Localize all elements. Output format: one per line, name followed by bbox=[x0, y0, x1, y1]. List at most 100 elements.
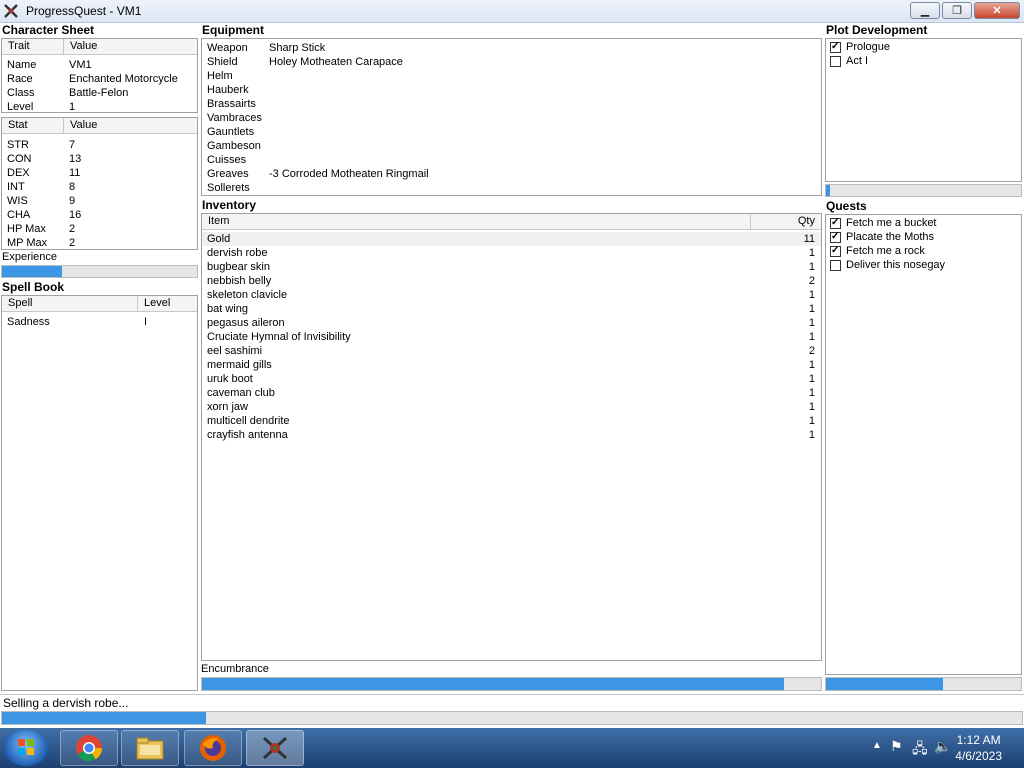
start-button[interactable] bbox=[4, 730, 48, 766]
taskbar: ▲ ⚑ 🖧 🔈 1:12 AM 4/6/2023 bbox=[0, 728, 1024, 768]
network-icon[interactable]: 🖧 bbox=[912, 738, 928, 762]
equipment-row[interactable]: Hauberk bbox=[202, 83, 821, 97]
equipment-slot: Shield bbox=[207, 56, 238, 68]
maximize-icon: ❐ bbox=[952, 5, 962, 17]
equipment-row[interactable]: Gambeson bbox=[202, 139, 821, 153]
inventory-item-qty: 1 bbox=[808, 387, 815, 399]
equipment-row[interactable]: Greaves -3 Corroded Motheaten Ringmail bbox=[202, 167, 821, 181]
inventory-row[interactable]: bugbear skin 1 bbox=[202, 260, 821, 274]
quest-item[interactable]: Fetch me a bucket bbox=[826, 216, 1021, 230]
stat-row[interactable]: CHA 16 bbox=[2, 208, 197, 222]
inventory-row[interactable]: nebbish belly 2 bbox=[202, 274, 821, 288]
checked-checkbox-icon[interactable] bbox=[830, 40, 841, 54]
action-center-flag-icon[interactable]: ⚑ bbox=[890, 738, 903, 755]
plot-progress-bar bbox=[825, 184, 1022, 197]
inventory-row[interactable]: skeleton clavicle 1 bbox=[202, 288, 821, 302]
quest-item[interactable]: Placate the Moths bbox=[826, 230, 1021, 244]
quest-item[interactable]: Deliver this nosegay bbox=[826, 258, 1021, 272]
equipment-row[interactable]: Gauntlets bbox=[202, 125, 821, 139]
trait-label: Class bbox=[7, 87, 35, 99]
spell-book-list[interactable]: Spell Level Sadness I bbox=[1, 295, 198, 691]
trait-row[interactable]: Level 1 bbox=[2, 100, 197, 112]
inventory-row[interactable]: multicell dendrite 1 bbox=[202, 414, 821, 428]
inventory-row[interactable]: mermaid gills 1 bbox=[202, 358, 821, 372]
quest-item[interactable]: Fetch me a rock bbox=[826, 244, 1021, 258]
equipment-slot: Weapon bbox=[207, 42, 248, 54]
experience-label: Experience bbox=[2, 251, 58, 263]
plot-act[interactable]: Act I bbox=[826, 54, 1021, 68]
trait-column-header[interactable]: Trait bbox=[2, 39, 64, 54]
clock[interactable]: 1:12 AM 4/6/2023 bbox=[955, 732, 1002, 764]
qty-column-header[interactable]: Qty bbox=[751, 214, 821, 229]
unchecked-checkbox-icon[interactable] bbox=[830, 56, 841, 67]
taskbar-firefox-button[interactable] bbox=[184, 730, 242, 766]
plot-list[interactable]: Prologue Act I bbox=[825, 38, 1022, 182]
item-column-header[interactable]: Item bbox=[202, 214, 751, 229]
quest-list[interactable]: Fetch me a bucket Placate the Moths Fetch … bbox=[825, 214, 1022, 675]
minimize-button[interactable]: ▁ bbox=[910, 2, 940, 19]
inventory-item-qty: 1 bbox=[808, 331, 815, 343]
equipment-row[interactable]: Sollerets bbox=[202, 181, 821, 195]
trait-row[interactable]: Race Enchanted Motorcycle bbox=[2, 72, 197, 86]
inventory-row[interactable]: uruk boot 1 bbox=[202, 372, 821, 386]
checked-checkbox-icon[interactable] bbox=[830, 216, 841, 230]
inventory-row[interactable]: eel sashimi 2 bbox=[202, 344, 821, 358]
value-column-header[interactable]: Value bbox=[64, 39, 197, 54]
equipment-row[interactable]: Vambraces bbox=[202, 111, 821, 125]
inventory-item-name: skeleton clavicle bbox=[207, 289, 288, 301]
equipment-row[interactable]: Weapon Sharp Stick bbox=[202, 41, 821, 55]
inventory-row[interactable]: Cruciate Hymnal of Invisibility 1 bbox=[202, 330, 821, 344]
checked-checkbox-icon[interactable] bbox=[830, 244, 841, 258]
plot-development-heading: Plot Development bbox=[826, 23, 928, 37]
stat-value: 9 bbox=[69, 195, 76, 207]
trait-row[interactable]: Name VM1 bbox=[2, 58, 197, 72]
quests-heading: Quests bbox=[826, 199, 867, 213]
plot-act[interactable]: Prologue bbox=[826, 40, 1021, 54]
title-bar[interactable]: ProgressQuest - VM1 ▁ ❐ ✕ bbox=[0, 0, 1024, 23]
inventory-row[interactable]: xorn jaw 1 bbox=[202, 400, 821, 414]
inventory-list[interactable]: Item Qty Gold 11 dervish robe 1 bugbear skin… bbox=[201, 213, 822, 661]
volume-muted-icon[interactable]: 🔈 bbox=[934, 738, 951, 755]
taskbar-chrome-button[interactable] bbox=[60, 730, 118, 766]
stat-row[interactable]: WIS 9 bbox=[2, 194, 197, 208]
show-hidden-icons-icon[interactable]: ▲ bbox=[872, 740, 882, 751]
equipment-item bbox=[264, 153, 821, 167]
inventory-row[interactable]: crayfish antenna 1 bbox=[202, 428, 821, 442]
equipment-list[interactable]: Weapon Sharp Stick Shield Holey Motheaten C… bbox=[201, 38, 822, 196]
stat-row[interactable]: CON 13 bbox=[2, 152, 197, 166]
taskbar-progressquest-button[interactable] bbox=[246, 730, 304, 766]
equipment-slot: Cuisses bbox=[207, 154, 247, 166]
traits-list[interactable]: Trait Value Name VM1 Race Enchanted Motorcy… bbox=[1, 38, 198, 113]
equipment-row[interactable]: Helm bbox=[202, 69, 821, 83]
checked-checkbox-icon[interactable] bbox=[830, 230, 841, 244]
stat-label: CHA bbox=[7, 209, 31, 221]
inventory-item-name: crayfish antenna bbox=[207, 429, 288, 441]
maximize-button[interactable]: ❐ bbox=[942, 2, 972, 19]
stat-row[interactable]: INT 8 bbox=[2, 180, 197, 194]
stat-value-column-header[interactable]: Value bbox=[64, 118, 197, 133]
stat-column-header[interactable]: Stat bbox=[2, 118, 64, 133]
stat-row[interactable]: HP Max 2 bbox=[2, 222, 197, 236]
inventory-row[interactable]: dervish robe 1 bbox=[202, 246, 821, 260]
stat-row[interactable]: MP Max 2 bbox=[2, 236, 197, 249]
stat-row[interactable]: DEX 11 bbox=[2, 166, 197, 180]
equipment-row[interactable]: Brassairts bbox=[202, 97, 821, 111]
quest-item-label: Deliver this nosegay bbox=[846, 259, 946, 271]
inventory-row[interactable]: caveman club 1 bbox=[202, 386, 821, 400]
inventory-row[interactable]: Gold 11 bbox=[202, 232, 821, 246]
inventory-row[interactable]: pegasus aileron 1 bbox=[202, 316, 821, 330]
trait-row[interactable]: Class Battle-Felon bbox=[2, 86, 197, 100]
stat-value: 2 bbox=[69, 223, 76, 235]
spell-row[interactable]: Sadness I bbox=[2, 315, 197, 329]
stat-value: 7 bbox=[69, 139, 76, 151]
spell-column-header[interactable]: Spell bbox=[2, 296, 138, 311]
unchecked-checkbox-icon[interactable] bbox=[830, 260, 841, 271]
equipment-row[interactable]: Shield Holey Motheaten Carapace bbox=[202, 55, 821, 69]
inventory-row[interactable]: bat wing 1 bbox=[202, 302, 821, 316]
stats-list[interactable]: Stat Value STR 7 CON 13 DEX 11 INT 8 WIS 9 CHA 16 HP… bbox=[1, 117, 198, 250]
equipment-row[interactable]: Cuisses bbox=[202, 153, 821, 167]
level-column-header[interactable]: Level bbox=[138, 296, 197, 311]
close-button[interactable]: ✕ bbox=[974, 2, 1020, 19]
stat-row[interactable]: STR 7 bbox=[2, 138, 197, 152]
taskbar-explorer-button[interactable] bbox=[121, 730, 179, 766]
